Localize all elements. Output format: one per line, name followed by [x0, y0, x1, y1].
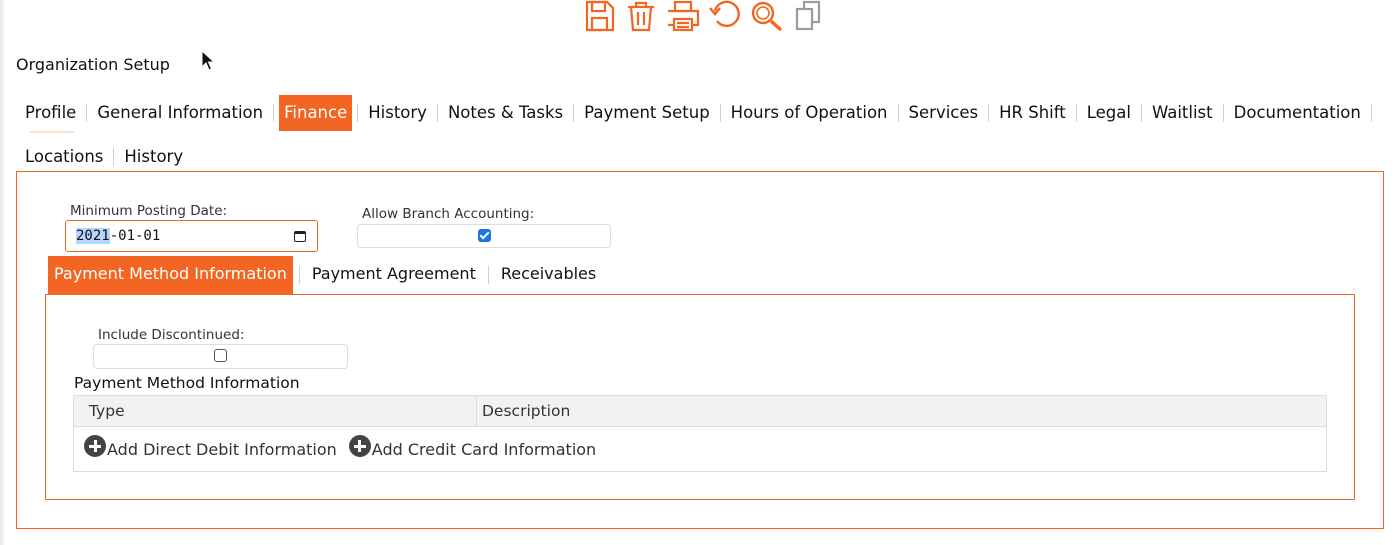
add-credit-card-label: Add Credit Card Information	[371, 439, 597, 459]
include-discontinued-field	[93, 344, 348, 369]
tab-locations[interactable]: Locations	[20, 139, 108, 175]
grid-header: Type Description	[74, 396, 1326, 427]
tab-history-2[interactable]: History	[119, 139, 188, 175]
subtab-payment-method-information[interactable]: Payment Method Information	[48, 256, 293, 294]
add-credit-card-button[interactable]: Add Credit Card Information	[348, 435, 597, 459]
calendar-icon[interactable]	[293, 229, 307, 243]
tab-documentation[interactable]: Documentation	[1229, 95, 1366, 131]
main-tab-bar: Profile General Information Finance Hist…	[20, 95, 1380, 175]
column-header-description[interactable]: Description	[477, 396, 570, 426]
tab-separator	[86, 104, 88, 122]
date-year-selected: 2021	[76, 228, 110, 244]
section-heading: Payment Method Information	[74, 374, 300, 392]
subtab-receivables[interactable]: Receivables	[495, 256, 602, 294]
left-edge-shadow	[0, 0, 6, 545]
save-icon[interactable]	[580, 0, 618, 34]
allow-branch-accounting-label: Allow Branch Accounting:	[362, 206, 535, 222]
include-discontinued-label: Include Discontinued:	[98, 327, 245, 343]
tab-hours-of-operation[interactable]: Hours of Operation	[726, 95, 893, 131]
add-direct-debit-label: Add Direct Debit Information	[107, 439, 337, 459]
tab-hover-underline	[30, 131, 74, 133]
payment-method-grid: Type Description Add Direct Debit Inform…	[73, 395, 1327, 472]
tab-separator	[719, 104, 721, 122]
tab-waitlist[interactable]: Waitlist	[1147, 95, 1218, 131]
tab-history[interactable]: History	[363, 95, 432, 131]
subtab-separator	[487, 266, 489, 284]
tab-separator	[988, 104, 990, 122]
grid-actions: Add Direct Debit Information Add Credit …	[74, 427, 1326, 471]
tab-profile[interactable]: Profile	[20, 95, 81, 131]
allow-branch-accounting-field	[357, 224, 611, 248]
allow-branch-accounting-checkbox[interactable]	[477, 229, 491, 242]
plus-circle-icon	[84, 435, 106, 457]
undo-icon[interactable]	[706, 0, 744, 34]
min-posting-date-label: Minimum Posting Date:	[70, 203, 228, 219]
page-title: Organization Setup	[16, 55, 170, 74]
tab-separator	[1075, 104, 1077, 122]
print-icon[interactable]	[664, 0, 702, 34]
tab-separator	[357, 104, 359, 122]
sub-tab-bar: Payment Method Information Payment Agree…	[48, 256, 602, 294]
tab-notes-tasks[interactable]: Notes & Tasks	[443, 95, 568, 131]
plus-circle-icon	[348, 435, 371, 457]
subtab-separator	[298, 266, 300, 284]
min-posting-date-input[interactable]: 2021 -01-01	[65, 220, 318, 252]
tab-legal[interactable]: Legal	[1082, 95, 1136, 131]
add-direct-debit-button[interactable]: Add Direct Debit Information	[84, 435, 337, 459]
search-icon[interactable]	[748, 0, 786, 34]
tab-separator	[1222, 104, 1224, 122]
date-month-day: -01-01	[109, 228, 161, 244]
tab-separator	[1140, 104, 1142, 122]
tab-finance[interactable]: Finance	[279, 95, 353, 131]
subtab-payment-agreement[interactable]: Payment Agreement	[306, 256, 482, 294]
copy-icon[interactable]	[790, 0, 828, 34]
mouse-cursor-icon	[201, 49, 216, 76]
tab-services[interactable]: Services	[904, 95, 984, 131]
tab-payment-setup[interactable]: Payment Setup	[579, 95, 715, 131]
column-header-type[interactable]: Type	[74, 396, 477, 426]
toolbar	[580, 0, 828, 34]
include-discontinued-checkbox[interactable]	[214, 349, 227, 362]
tab-separator	[897, 104, 899, 122]
tab-general-information[interactable]: General Information	[92, 95, 268, 131]
tab-separator	[273, 104, 275, 122]
delete-icon[interactable]	[622, 0, 660, 34]
tab-separator	[573, 104, 575, 122]
tab-hr-shift[interactable]: HR Shift	[994, 95, 1071, 131]
tab-separator	[1370, 104, 1372, 122]
tab-separator	[113, 148, 115, 166]
tab-separator	[436, 104, 438, 122]
